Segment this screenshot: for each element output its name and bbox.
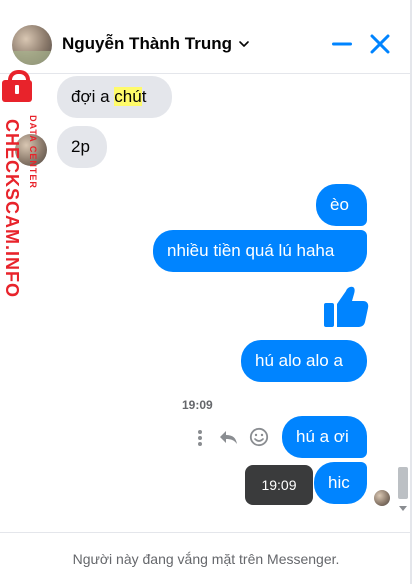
watermark-subtext: DATA CENTER [28, 115, 38, 189]
contact-name-button[interactable]: Nguyễn Thành Trung [62, 34, 250, 54]
thumbs-up-icon[interactable] [322, 283, 370, 331]
message-text: hú a ơi [296, 427, 349, 446]
search-highlight: chú [114, 87, 142, 106]
chevron-down-icon[interactable] [238, 38, 250, 50]
presence-footer: Người này đang vắng mặt trên Messenger. [0, 532, 412, 584]
message-text: nhiều tiền quá lú haha [167, 241, 335, 260]
outgoing-message[interactable]: èo [316, 184, 367, 226]
message-text: èo [330, 195, 349, 214]
seen-indicator-avatar [374, 490, 390, 506]
reply-icon[interactable] [218, 427, 238, 447]
emoji-icon[interactable] [249, 427, 269, 447]
message-text: hú alo alo a [255, 351, 343, 370]
minimize-icon[interactable] [330, 32, 354, 56]
more-icon[interactable] [190, 428, 210, 448]
watermark-text: CHECKSCAM.INFO [2, 119, 22, 298]
outgoing-message[interactable]: hú a ơi [282, 416, 367, 458]
presence-status: Người này đang vắng mặt trên Messenger. [72, 550, 340, 567]
scrollbar[interactable] [396, 74, 410, 518]
chat-header: Nguyễn Thành Trung [0, 0, 412, 74]
close-icon[interactable] [368, 32, 392, 56]
message-text: đợi a [71, 87, 115, 106]
message-text: hic [328, 473, 350, 492]
incoming-message[interactable]: đợi a chút [57, 76, 172, 118]
contact-avatar[interactable] [12, 25, 52, 65]
incoming-message[interactable]: 2p [57, 126, 107, 168]
timestamp: 19:09 [182, 398, 213, 412]
outgoing-message[interactable]: hic [314, 462, 367, 504]
outgoing-message[interactable]: hú alo alo a [241, 340, 367, 382]
outgoing-message[interactable]: nhiều tiền quá lú haha [153, 230, 367, 272]
message-text: 2p [71, 137, 90, 156]
time-tooltip: 19:09 [245, 465, 313, 505]
message-list[interactable]: đợi a chút 2p èo nhiều tiền quá lú haha … [0, 74, 412, 532]
scroll-down-arrow-icon[interactable] [399, 504, 407, 512]
contact-name[interactable]: Nguyễn Thành Trung [62, 34, 232, 54]
scrollbar-thumb[interactable] [398, 467, 408, 499]
message-text: t [141, 87, 147, 106]
